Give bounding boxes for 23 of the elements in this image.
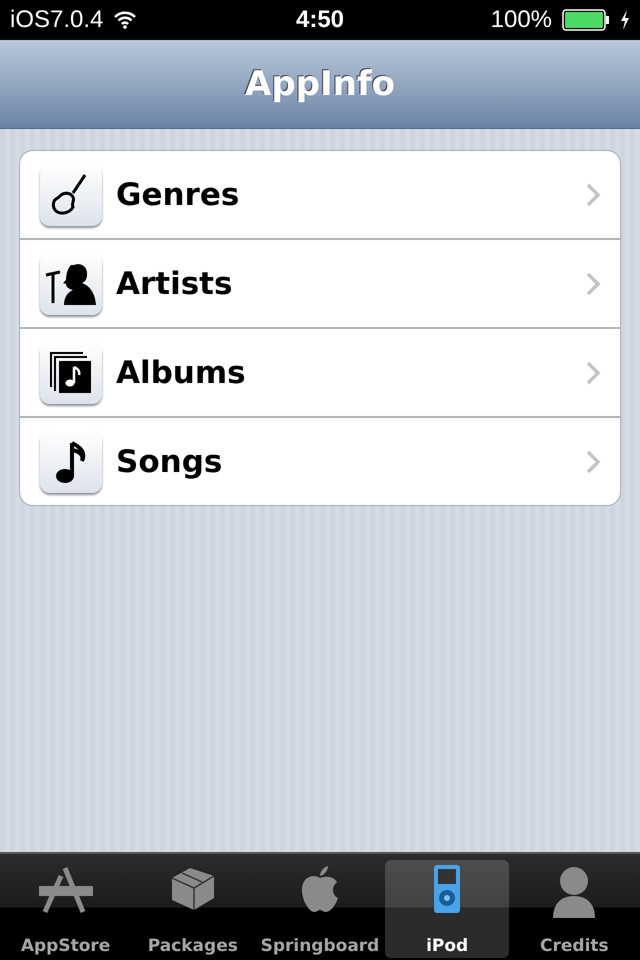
battery-icon (562, 9, 610, 31)
album-icon (49, 350, 93, 394)
tab[interactable]: Packages (130, 860, 255, 958)
tab[interactable]: Credits (512, 860, 636, 958)
menu-row[interactable]: Artists (20, 238, 620, 327)
tab[interactable]: iPod (385, 860, 510, 958)
clock-time: 4:50 (296, 6, 344, 34)
charging-bolt-icon (620, 10, 630, 30)
battery-percent: 100% (490, 6, 552, 34)
tab[interactable]: Springboard (258, 860, 382, 958)
tab[interactable]: AppStore (4, 860, 128, 958)
menu-row[interactable]: Songs (20, 416, 620, 505)
chevron-icon (586, 450, 600, 474)
chevron-icon (586, 182, 600, 206)
music-note-icon (54, 438, 88, 484)
screen-title: AppInfo (245, 64, 395, 104)
media-player-icon (433, 864, 462, 914)
menu-row[interactable]: Albums (20, 327, 620, 416)
chevron-icon (586, 272, 600, 296)
carrier-text: iOS7.0.4 (10, 6, 104, 34)
wifi-icon (113, 11, 138, 29)
chevron-icon (586, 360, 600, 384)
menu-row[interactable]: Genres (20, 151, 620, 238)
